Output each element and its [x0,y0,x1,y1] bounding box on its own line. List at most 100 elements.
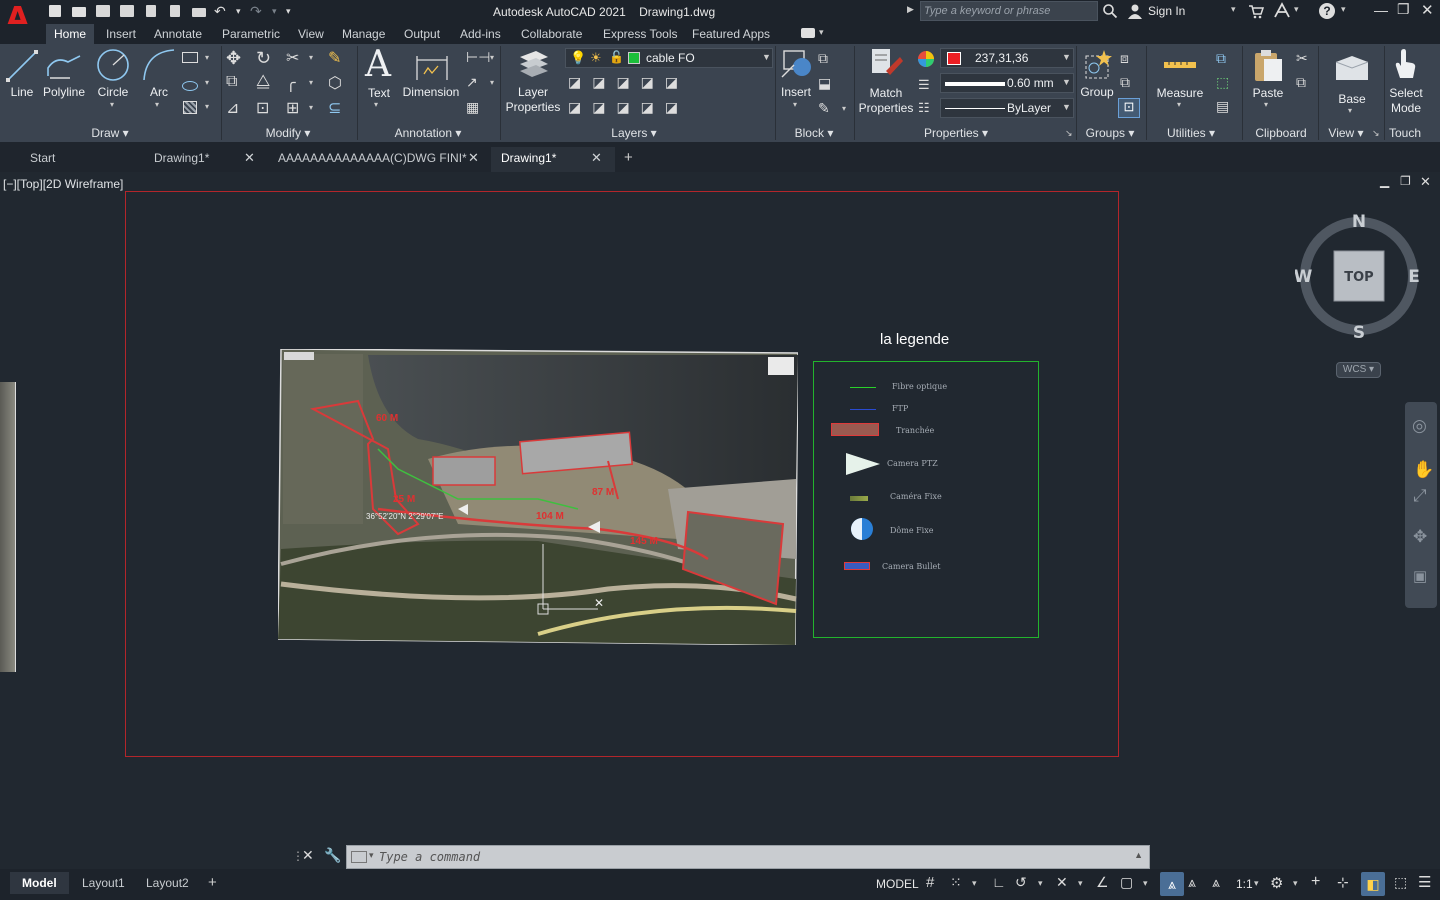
draw-panel-title[interactable]: Draw ▾ [80,125,140,141]
help-search-box[interactable] [920,1,1098,21]
quick-select-icon[interactable]: ⧉ [1216,50,1226,67]
layout-tab-model[interactable]: Model [10,872,69,894]
layer-properties-label[interactable]: Layer Properties [504,85,562,115]
modify-panel-title[interactable]: Modify ▾ [256,125,320,141]
cut-icon[interactable]: ✂ [1296,50,1308,67]
save-web-icon[interactable] [166,3,184,19]
tab-insert[interactable]: Insert [98,24,144,44]
tab-collaborate[interactable]: Collaborate [513,24,590,44]
search-input[interactable] [921,2,1097,20]
stretch-tool-icon[interactable]: ⊿ [226,98,239,118]
move-tool-icon[interactable]: ✥ [226,48,241,69]
isolate-objects-icon[interactable]: ◧ [1361,872,1385,896]
polar-dropdown-icon[interactable]: ▾ [1038,878,1054,894]
select-mode-icon[interactable] [1390,46,1420,82]
store-cart-icon[interactable] [1248,3,1264,19]
base-dropdown-icon[interactable]: ▾ [1348,106,1352,115]
insert-block-label[interactable]: Insert [776,85,816,100]
grid-icon[interactable]: # [926,874,942,891]
copy-tool-icon[interactable]: ⧉ [226,73,237,91]
layer-on-icon[interactable]: 💡 [570,50,586,66]
viewcube[interactable]: TOP N S E W [1295,210,1425,340]
arc-tool-icon[interactable] [142,48,176,82]
edit-attributes-icon[interactable]: ✎ [818,100,830,117]
restore-icon[interactable]: ❐ [1397,1,1410,18]
compass-south[interactable]: S [1353,323,1365,340]
undo-icon[interactable]: ↶ [214,3,232,19]
plot-icon[interactable] [190,3,208,19]
mirror-tool-icon[interactable]: ⧋ [256,73,270,91]
close-icon[interactable]: ✕ [1421,1,1434,19]
array-dropdown-icon[interactable]: ▾ [309,103,313,112]
layer-dropdown[interactable]: 💡 ☀ 🔓 cable FO ▼ [565,48,773,68]
dimension-tool-label[interactable]: Dimension [400,85,462,100]
rotate-tool-icon[interactable]: ↻ [256,48,271,69]
group-selection-toggle-icon[interactable]: ⊡ [1118,98,1140,118]
tab-manage[interactable]: Manage [334,24,393,44]
viewport-restore-icon[interactable]: ❐ [1400,174,1411,188]
paste-label[interactable]: Paste [1248,86,1288,101]
line-tool-icon[interactable] [6,48,38,84]
close-tab-icon[interactable]: ✕ [468,147,479,169]
save-as-icon[interactable] [118,3,136,19]
ribbon-options-dropdown-icon[interactable]: ▾ [819,27,824,38]
text-tool-label[interactable]: Text [362,86,396,101]
legend-box[interactable]: Fibre optique FTP Tranchée Camera PTZ Ca… [813,361,1039,638]
tab-output[interactable]: Output [396,24,448,44]
command-history-icon[interactable]: ▲ [1134,850,1143,860]
select-mode-label[interactable]: Select Mode [1386,86,1426,116]
tab-parametric[interactable]: Parametric [214,24,288,44]
paste-dropdown-icon[interactable]: ▾ [1264,100,1268,109]
copy-clip-icon[interactable]: ⧉ [1296,74,1306,91]
lineweight-toggle-icon[interactable]: ▢ [1120,874,1136,890]
open-file-icon[interactable] [70,3,88,19]
properties-dialog-launcher-icon[interactable]: ↘ [1065,128,1073,139]
color-dropdown[interactable]: 237,31,36 ▼ [940,48,1074,68]
annotation-scale-value[interactable]: 1:1 [1236,877,1253,891]
explode-tool-icon[interactable]: ⬡ [328,73,342,93]
create-block-icon[interactable]: ⧉ [818,50,828,67]
new-tab-icon[interactable]: + [624,149,633,166]
fillet-tool-icon[interactable]: ╭ [286,73,296,93]
properties-panel-title[interactable]: Properties ▾ [914,125,998,141]
pan-icon[interactable]: ✋ [1413,460,1434,480]
leader-dropdown-icon[interactable]: ▾ [490,78,494,87]
lineweight-toggle-dropdown-icon[interactable]: ▾ [1143,878,1159,894]
ortho-icon[interactable]: ∟ [992,874,1008,890]
ribbon-minimize-icon[interactable] [801,28,815,38]
compass-east[interactable]: E [1408,267,1420,287]
insert-block-icon[interactable] [780,47,814,81]
layout-tab-layout2[interactable]: Layout2 [134,872,201,894]
lineweight-dropdown[interactable]: 0.60 mm ▼ [940,73,1074,93]
edit-block-icon[interactable]: ⬓ [818,75,831,92]
group-icon[interactable] [1082,48,1114,82]
group-edit-icon[interactable]: ⧉ [1120,74,1130,91]
aerial-site-map[interactable]: 60 M 25 M 87 M 104 M 145 M 36°52'20"N 2°… [278,349,798,645]
base-view-label[interactable]: Base [1332,92,1372,107]
wcs-menu[interactable]: WCS ▾ [1336,362,1381,378]
polar-tracking-icon[interactable]: ↺ [1015,874,1031,890]
linetype-dropdown-arrow-icon[interactable]: ▼ [1062,102,1071,112]
viewport-controls-label[interactable]: [−][Top][2D Wireframe] [3,177,123,191]
color-dropdown-arrow-icon[interactable]: ▼ [1062,52,1071,62]
trim-tool-icon[interactable]: ✂ [286,48,299,68]
base-view-icon[interactable] [1334,54,1370,82]
text-dropdown-icon[interactable]: ▾ [374,100,378,109]
block-panel-title[interactable]: Block ▾ [786,125,842,141]
workspace-dropdown-icon[interactable]: ▾ [1293,878,1309,894]
tab-express-tools[interactable]: Express Tools [595,24,685,44]
command-close-icon[interactable]: ✕ [302,847,314,864]
color-wheel-icon[interactable] [917,50,935,68]
linetype-dropdown[interactable]: ByLayer ▼ [940,98,1074,118]
a360-dropdown-icon[interactable]: ▾ [1294,4,1299,15]
view-panel-title[interactable]: View ▾ [1322,125,1370,141]
polyline-tool-label[interactable]: Polyline [42,85,86,100]
scale-dropdown-icon[interactable]: ▾ [1254,878,1270,894]
close-tab-icon[interactable]: ✕ [591,147,602,169]
layer-unlock-icon[interactable]: 🔓 [609,50,624,64]
showmotion-icon[interactable]: ▣ [1413,567,1427,585]
steering-wheel-icon[interactable]: ◎ [1412,416,1427,436]
drawing-viewport[interactable]: [−][Top][2D Wireframe] ▁ ❐ ✕ 60 M 25 M 8… [0,172,1440,842]
file-tab-start[interactable]: Start [20,147,144,172]
clean-screen-icon[interactable]: ⬚ [1394,874,1410,890]
